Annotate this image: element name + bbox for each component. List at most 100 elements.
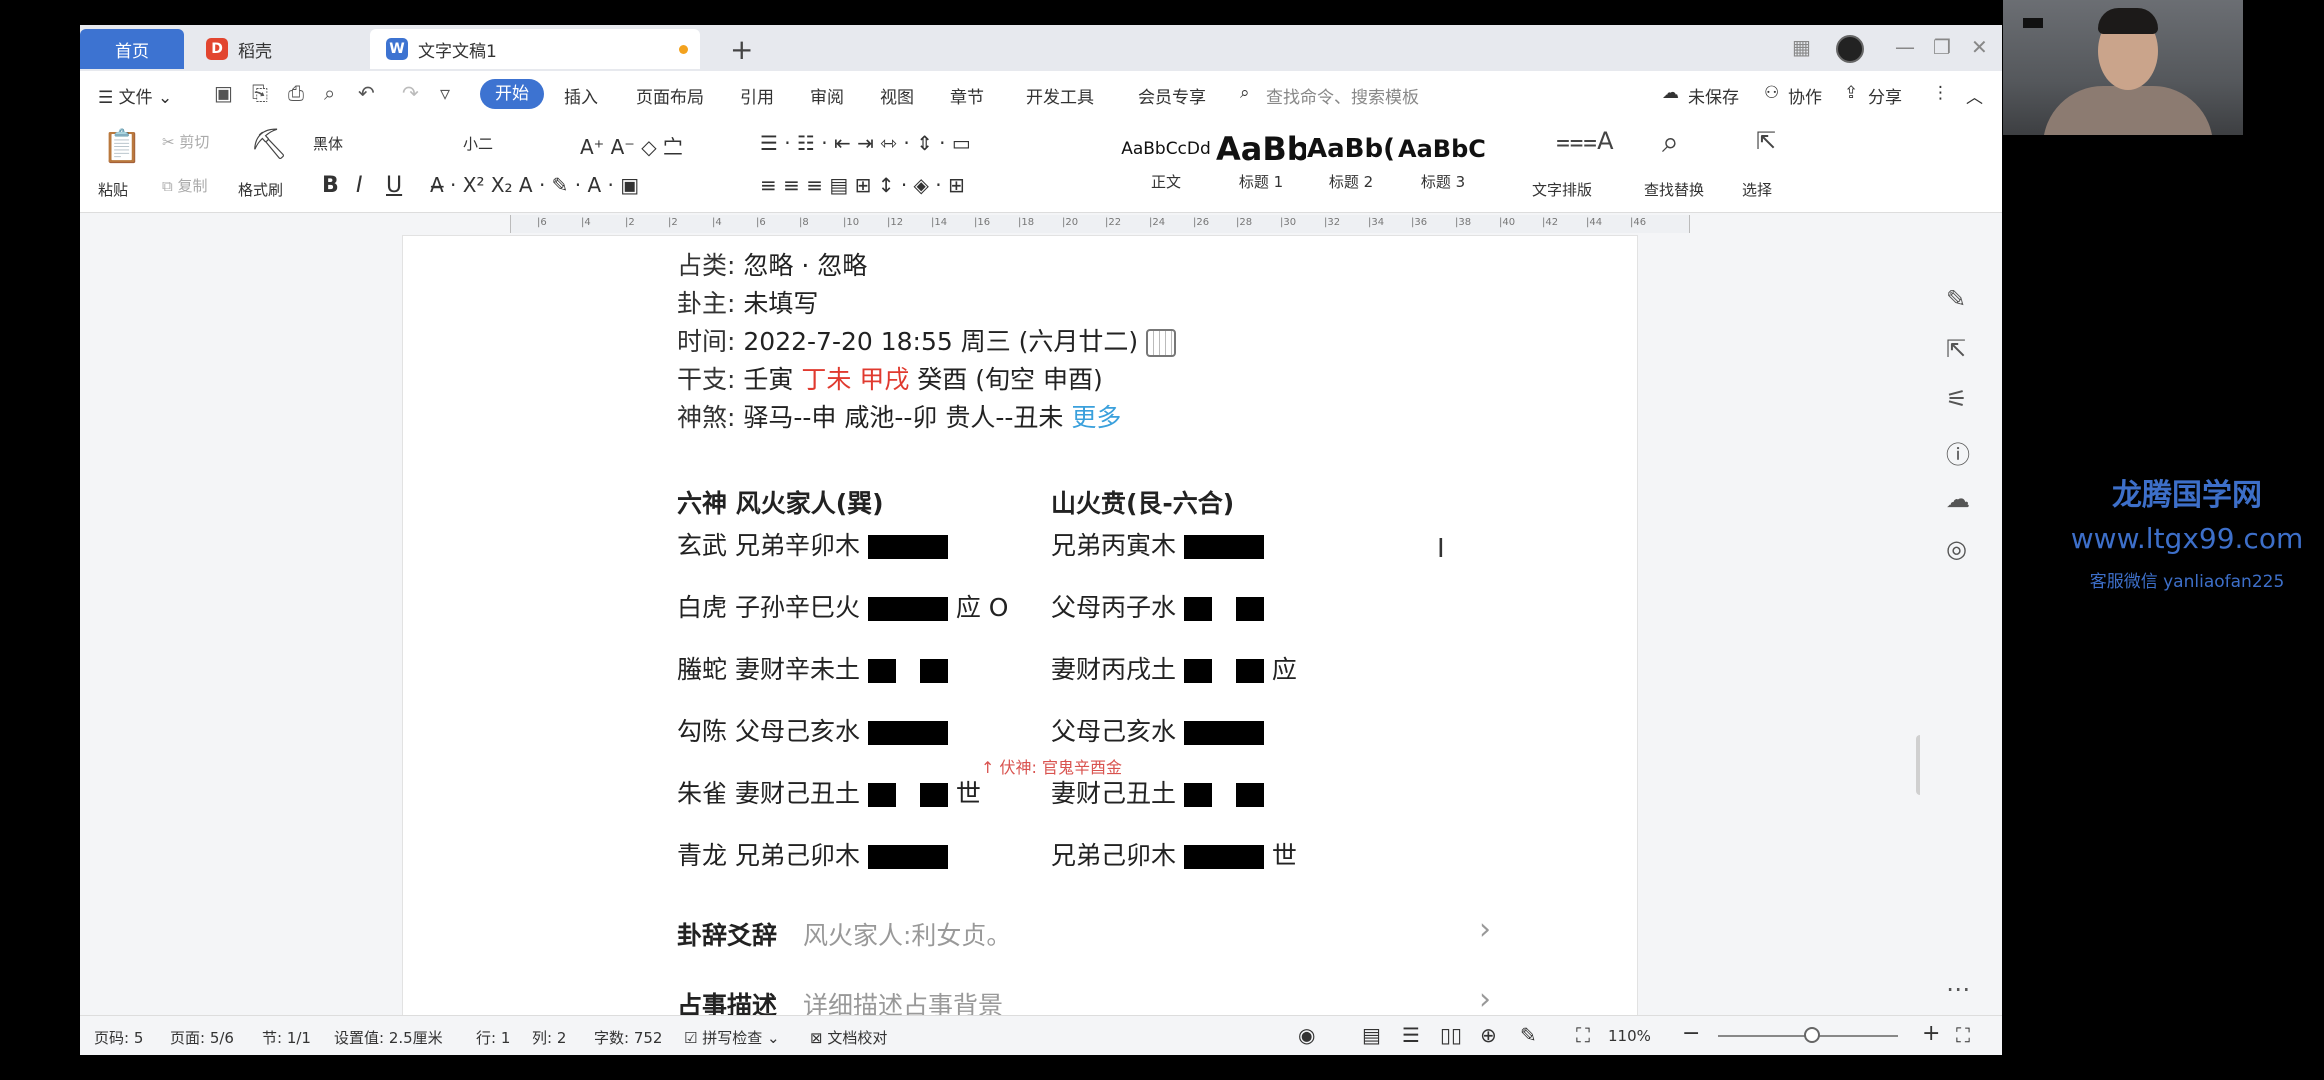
- side-toolbar: ✎ ⇱ ⚟ ⓘ ☁ ◎ ⋯: [1920, 235, 2002, 1015]
- settings-sliders-icon[interactable]: ⚟: [1946, 385, 1968, 413]
- menu-bar: ☰ 文件 ⌄ ▣ ⎘ ⎙ ⌕ ↶ ↷ ▿ 开始 插入 页面布局 引用 审阅 视图…: [80, 71, 2002, 117]
- pen-icon[interactable]: ✎: [1946, 285, 1966, 313]
- format-painter-icon[interactable]: ⛏: [250, 127, 288, 162]
- location-icon[interactable]: ◎: [1946, 535, 1967, 563]
- zoom-level[interactable]: 110%: [1608, 1027, 1651, 1045]
- list-indent-icons[interactable]: ☰ · ☷ · ⇤ ⇥ ⇿ · ⇕ · ▭: [760, 131, 971, 155]
- style-heading-2[interactable]: AaBb( 标题 2: [1306, 127, 1396, 207]
- collapse-ribbon-icon[interactable]: ︿: [1966, 83, 1983, 108]
- fit-page-icon[interactable]: ⛶: [1576, 1023, 1590, 1047]
- desc-row[interactable]: 占事描述 详细描述占事背景: [677, 986, 1003, 1015]
- tab-home[interactable]: 首页: [80, 29, 184, 69]
- menu-review[interactable]: 审阅: [810, 83, 844, 108]
- style-normal[interactable]: AaBbCcDd 正文: [1120, 127, 1212, 207]
- right-line-5-text: 妻财己丑土: [1051, 779, 1177, 808]
- word-count[interactable]: 字数: 752: [594, 1027, 662, 1048]
- select-label[interactable]: 选择: [1742, 179, 1772, 200]
- setting-value[interactable]: 设置值: 2.5厘米: [334, 1027, 443, 1048]
- quick-access-dropdown-icon[interactable]: ▿: [440, 81, 450, 105]
- yin-line-right: [1235, 597, 1264, 621]
- menu-developer[interactable]: 开发工具: [1026, 83, 1094, 108]
- page-number[interactable]: 页码: 5: [94, 1027, 143, 1048]
- more-icon[interactable]: ⋮: [1932, 83, 1949, 103]
- calendar-icon[interactable]: [1146, 329, 1177, 357]
- ruler[interactable]: |6 |4 |2 |2 |4 |6 |8 |10 |12 |14 |16 |18 |20 |22 |24 |2…: [80, 213, 2002, 235]
- new-tab-button[interactable]: +: [730, 33, 753, 66]
- style-heading-1[interactable]: AaBb 标题 1: [1216, 127, 1306, 207]
- zoom-out-button[interactable]: −: [1682, 1021, 1700, 1046]
- row-info[interactable]: 行: 1: [476, 1027, 510, 1048]
- more-tools-icon[interactable]: ⋯: [1946, 975, 1970, 1003]
- yang-line-mark: [1183, 535, 1264, 559]
- print-icon[interactable]: ⎙: [288, 81, 304, 105]
- guaci-chevron-icon[interactable]: ›: [1479, 912, 1491, 947]
- collab-button[interactable]: 协作: [1788, 83, 1822, 108]
- cut-button[interactable]: ✂ 剪切: [162, 131, 209, 152]
- help-icon[interactable]: ⓘ: [1946, 435, 1970, 470]
- desc-chevron-icon[interactable]: ›: [1479, 982, 1491, 1015]
- format-painter-label[interactable]: 格式刷: [238, 179, 283, 200]
- find-replace-icon[interactable]: ⌕: [1662, 125, 1679, 160]
- page-count[interactable]: 页面: 5/6: [170, 1027, 234, 1048]
- text-layout-icon[interactable]: ⩶A: [1556, 127, 1614, 155]
- zoom-slider-knob[interactable]: [1804, 1027, 1820, 1043]
- menu-insert[interactable]: 插入: [564, 83, 598, 108]
- document-page[interactable]: 占类: 忽略 · 忽略 卦主: 未填写 时间: 2022-7-20 18:55 …: [402, 235, 1638, 1015]
- unsaved-status[interactable]: 未保存: [1688, 83, 1739, 108]
- copy-button[interactable]: ⧉ 复制: [162, 175, 208, 196]
- user-avatar[interactable]: [1836, 35, 1864, 63]
- italic-icon[interactable]: I: [356, 173, 363, 198]
- menu-view[interactable]: 视图: [880, 83, 914, 108]
- zoom-in-button[interactable]: +: [1922, 1021, 1940, 1046]
- underline-icon[interactable]: U: [386, 173, 402, 198]
- spell-check-button[interactable]: ☑ 拼写检查 ⌄: [684, 1027, 780, 1048]
- col-info[interactable]: 列: 2: [532, 1027, 566, 1048]
- menu-start[interactable]: 开始: [480, 79, 544, 109]
- select-cursor-icon[interactable]: ⇱: [1756, 127, 1776, 155]
- reading-view-icon[interactable]: ▯▯: [1440, 1023, 1462, 1047]
- print-preview-icon[interactable]: ⌕: [324, 81, 335, 105]
- restore-icon[interactable]: ❐: [1933, 35, 1951, 59]
- fullscreen-icon[interactable]: ⛶: [1956, 1023, 1970, 1047]
- page-view-icon[interactable]: ▤: [1362, 1023, 1381, 1047]
- export-pdf-icon[interactable]: ⎘: [252, 81, 268, 105]
- outline-view-icon[interactable]: ☰: [1402, 1023, 1420, 1047]
- minimize-icon[interactable]: —: [1895, 35, 1915, 59]
- paste-label[interactable]: 粘贴: [98, 179, 128, 200]
- pointer-icon[interactable]: ⇱: [1946, 335, 1966, 363]
- status-bar: 页码: 5 页面: 5/6 节: 1/1 设置值: 2.5厘米 行: 1 列: …: [80, 1015, 2002, 1055]
- save-icon[interactable]: ▣: [214, 81, 233, 105]
- cloud-sync-icon[interactable]: ☁: [1946, 485, 1970, 513]
- more-link[interactable]: 更多: [1071, 403, 1121, 432]
- command-search-input[interactable]: 查找命令、搜索模板: [1266, 83, 1419, 108]
- text-layout-label[interactable]: 文字排版: [1532, 179, 1592, 200]
- section-info[interactable]: 节: 1/1: [262, 1027, 311, 1048]
- redo-icon[interactable]: ↷: [402, 81, 419, 105]
- menu-member[interactable]: 会员专享: [1138, 83, 1206, 108]
- guaci-row[interactable]: 卦辞爻辞 风火家人:利女贞。: [677, 916, 1011, 952]
- eye-protection-icon[interactable]: ◉: [1298, 1023, 1315, 1047]
- bold-icon[interactable]: B: [322, 173, 339, 198]
- paragraph-align-icons[interactable]: ≡ ≡ ≡ ▤ ⊞ ↕ · ◈ · ⊞: [760, 173, 965, 197]
- write-view-icon[interactable]: ✎: [1520, 1023, 1537, 1047]
- undo-icon[interactable]: ↶: [358, 81, 375, 105]
- tab-document[interactable]: W 文字文稿1: [370, 29, 700, 69]
- menu-references[interactable]: 引用: [740, 83, 774, 108]
- paste-icon[interactable]: 📋: [102, 127, 142, 165]
- style-heading-3[interactable]: AaBbC( 标题 3: [1398, 127, 1488, 207]
- menu-page-layout[interactable]: 页面布局: [636, 83, 704, 108]
- ruler-tick: |42: [1542, 217, 1559, 228]
- font-name-select[interactable]: 黑体: [306, 129, 466, 157]
- apps-grid-icon[interactable]: ▦: [1792, 35, 1811, 59]
- text-effects-icon[interactable]: A̶ · X² X₂ A · ✎ · A · ▣: [430, 173, 639, 197]
- file-menu[interactable]: ☰ 文件 ⌄: [98, 83, 172, 108]
- doc-proof-button[interactable]: ⊠ 文档校对: [810, 1027, 887, 1048]
- font-size-select[interactable]: 小二: [456, 129, 566, 157]
- web-view-icon[interactable]: ⊕: [1480, 1023, 1497, 1047]
- watermark-site-name: 龙腾国学网: [2112, 478, 2262, 513]
- font-size-tools-icon[interactable]: A⁺ A⁻ ◇ 㝉: [580, 131, 683, 160]
- close-icon[interactable]: ✕: [1971, 35, 1988, 59]
- find-replace-label[interactable]: 查找替换: [1644, 179, 1704, 200]
- menu-chapter[interactable]: 章节: [950, 83, 984, 108]
- share-button[interactable]: 分享: [1868, 83, 1902, 108]
